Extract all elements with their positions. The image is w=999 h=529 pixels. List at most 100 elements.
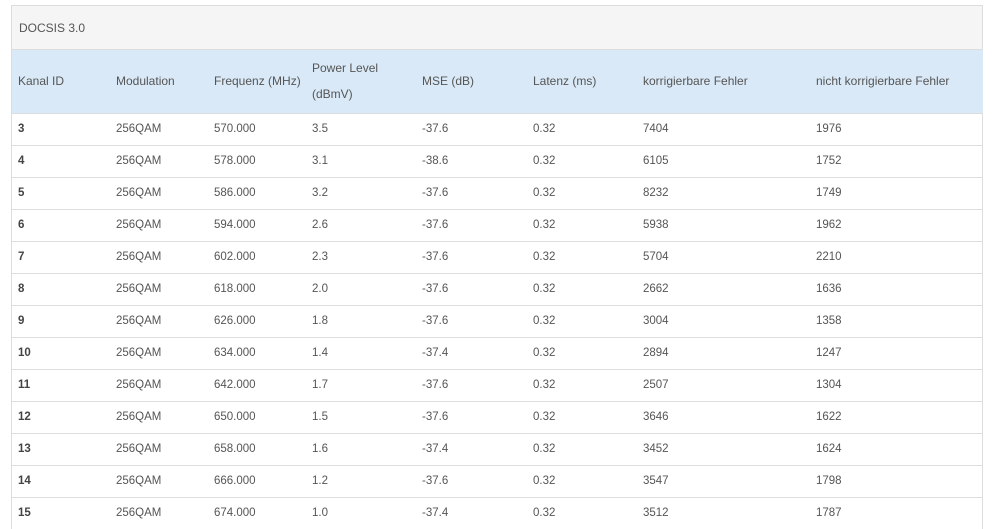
cell-latenz: 0.32 [533,347,556,359]
cell-mse: -38.6 [422,155,449,167]
cell-kanal-id: 4 [18,155,25,167]
cell-nicht-korrigierbare-fehler: 1976 [816,123,842,135]
cell-latenz: 0.32 [533,219,556,231]
cell-power-level: 1.5 [312,411,328,423]
cell-mse: -37.6 [422,123,449,135]
cell-power-level: 3.5 [312,123,328,135]
cell-nicht-korrigierbare-fehler: 1358 [816,315,842,327]
cell-nicht-korrigierbare-fehler: 1787 [816,507,842,520]
cell-mse: -37.6 [422,315,449,327]
header-power-level[interactable]: Power Level (dBmV) [306,50,416,113]
cell-nicht-korrigierbare-fehler: 1749 [816,187,842,199]
table-row: 13 256QAM 658.000 1.6 -37.4 0.32 3452 1624 [12,433,983,465]
panel-title: DOCSIS 3.0 [12,6,982,50]
table-row: 12 256QAM 650.000 1.5 -37.6 0.32 3646 1622 [12,401,983,433]
cell-modulation: 256QAM [116,315,162,327]
cell-modulation: 256QAM [116,219,162,231]
header-frequenz[interactable]: Frequenz (MHz) [208,50,306,113]
header-latenz[interactable]: Latenz (ms) [527,50,637,113]
docsis-panel: DOCSIS 3.0 Kanal ID Modulation Frequenz … [11,5,983,529]
cell-frequenz: 666.000 [214,475,256,487]
cell-korrigierbare-fehler: 6105 [643,155,669,167]
cell-modulation: 256QAM [116,123,162,135]
cell-korrigierbare-fehler: 3646 [643,411,669,423]
cell-kanal-id: 11 [18,379,31,391]
cell-power-level: 2.3 [312,251,328,263]
cell-power-level: 1.8 [312,315,328,327]
table-row: 10 256QAM 634.000 1.4 -37.4 0.32 2894 1247 [12,337,983,369]
cell-frequenz: 602.000 [214,251,256,263]
cell-latenz: 0.32 [533,283,556,295]
header-mse[interactable]: MSE (dB) [416,50,527,113]
cell-korrigierbare-fehler: 2507 [643,379,669,391]
cell-kanal-id: 8 [18,283,25,295]
header-power-level-label: Power Level (dBmV) [312,61,379,102]
cell-modulation: 256QAM [116,379,162,391]
cell-latenz: 0.32 [533,251,556,263]
cell-modulation: 256QAM [116,443,162,455]
cell-kanal-id: 12 [18,411,31,423]
cell-modulation: 256QAM [116,475,162,487]
cell-frequenz: 674.000 [214,507,256,520]
header-kanal-id[interactable]: Kanal ID [12,50,110,113]
header-row: Kanal ID Modulation Frequenz (MHz) Power… [12,50,983,113]
cell-frequenz: 570.000 [214,123,256,135]
cell-frequenz: 658.000 [214,443,256,455]
cell-latenz: 0.32 [533,475,556,487]
cell-frequenz: 578.000 [214,155,256,167]
cell-korrigierbare-fehler: 3004 [643,315,669,327]
cell-mse: -37.6 [422,283,449,295]
cell-frequenz: 634.000 [214,347,256,359]
table-row: 14 256QAM 666.000 1.2 -37.6 0.32 3547 1798 [12,465,983,497]
cell-korrigierbare-fehler: 2894 [643,347,669,359]
cell-korrigierbare-fehler: 3512 [643,507,669,520]
table-row: 15 256QAM 674.000 1.0 -37.4 0.32 3512 1787 [12,497,983,529]
cell-latenz: 0.32 [533,507,556,520]
cell-kanal-id: 10 [18,347,31,359]
cell-latenz: 0.32 [533,411,556,423]
cell-power-level: 3.2 [312,187,328,199]
cell-frequenz: 594.000 [214,219,256,231]
cell-modulation: 256QAM [116,251,162,263]
cell-power-level: 2.6 [312,219,328,231]
cell-frequenz: 642.000 [214,379,256,391]
table-row: 7 256QAM 602.000 2.3 -37.6 0.32 5704 2210 [12,241,983,273]
cell-mse: -37.4 [422,443,449,455]
cell-nicht-korrigierbare-fehler: 1636 [816,283,842,295]
cell-mse: -37.4 [422,507,449,520]
cell-mse: -37.6 [422,411,449,423]
table-row: 3 256QAM 570.000 3.5 -37.6 0.32 7404 1976 [12,113,983,145]
cell-latenz: 0.32 [533,443,556,455]
cell-nicht-korrigierbare-fehler: 2210 [816,251,842,263]
cell-korrigierbare-fehler: 8232 [643,187,669,199]
cell-kanal-id: 15 [18,507,31,520]
header-nicht-korrigierbare-fehler[interactable]: nicht korrigierbare Fehler [810,50,983,113]
channel-table: Kanal ID Modulation Frequenz (MHz) Power… [12,50,983,529]
cell-korrigierbare-fehler: 5704 [643,251,669,263]
cell-frequenz: 618.000 [214,283,256,295]
cell-kanal-id: 5 [18,187,25,199]
cell-power-level: 1.4 [312,347,328,359]
header-korrigierbare-fehler[interactable]: korrigierbare Fehler [637,50,810,113]
cell-mse: -37.6 [422,219,449,231]
cell-mse: -37.6 [422,475,449,487]
cell-power-level: 3.1 [312,155,328,167]
cell-power-level: 2.0 [312,283,328,295]
cell-kanal-id: 13 [18,443,31,455]
table-row: 6 256QAM 594.000 2.6 -37.6 0.32 5938 1962 [12,209,983,241]
cell-nicht-korrigierbare-fehler: 1304 [816,379,842,391]
cell-frequenz: 626.000 [214,315,256,327]
cell-kanal-id: 9 [18,315,25,327]
table-row: 5 256QAM 586.000 3.2 -37.6 0.32 8232 1749 [12,177,983,209]
header-modulation[interactable]: Modulation [110,50,208,113]
cell-frequenz: 650.000 [214,411,256,423]
cell-latenz: 0.32 [533,379,556,391]
cell-kanal-id: 7 [18,251,25,263]
table-row: 8 256QAM 618.000 2.0 -37.6 0.32 2662 1636 [12,273,983,305]
cell-modulation: 256QAM [116,347,162,359]
cell-latenz: 0.32 [533,315,556,327]
cell-frequenz: 586.000 [214,187,256,199]
cell-power-level: 1.6 [312,443,328,455]
cell-mse: -37.6 [422,251,449,263]
cell-nicht-korrigierbare-fehler: 1962 [816,219,842,231]
